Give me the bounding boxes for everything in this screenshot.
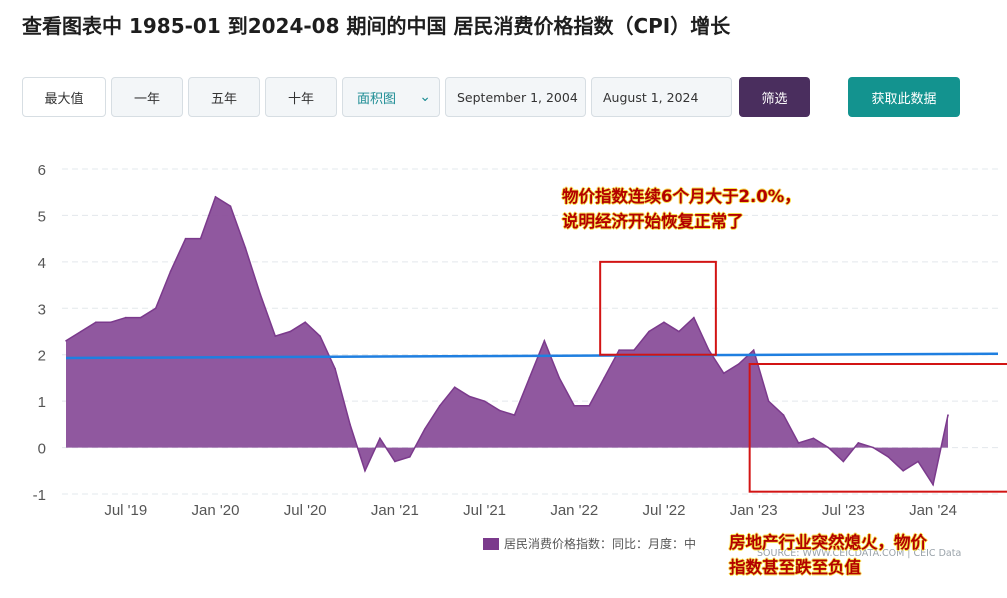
- y-tick-label: 3: [38, 301, 46, 318]
- data-point: [199, 237, 202, 240]
- x-tick-label: Jul '21: [463, 502, 506, 519]
- y-tick-label: 6: [38, 162, 46, 179]
- y-tick-label: -1: [33, 487, 46, 504]
- data-point: [379, 437, 381, 440]
- x-tick-label: Jul '20: [284, 502, 327, 519]
- data-point: [842, 460, 845, 463]
- x-axis: Jul '19 Jan '20 Jul '20 Jan '21 Jul '21 Jan '…: [104, 502, 957, 519]
- data-point: [767, 400, 770, 402]
- data-point: [95, 321, 97, 324]
- legend[interactable]: 居民消费价格指数：同比：月度：中: [483, 535, 696, 552]
- data-point: [124, 316, 127, 319]
- annotation-bottom: 房地产行业突然熄火，物价 指数甚至跌至负值: [729, 530, 927, 580]
- data-point: [154, 307, 157, 310]
- data-point: [80, 330, 82, 333]
- data-point: [887, 456, 890, 458]
- legend-label: 居民消费价格指数：同比：月度：中: [504, 537, 697, 551]
- data-point: [334, 367, 336, 370]
- data-point: [498, 409, 501, 412]
- data-point: [663, 321, 665, 324]
- data-point: [678, 330, 680, 333]
- data-point: [932, 483, 934, 486]
- cpi-area: [66, 196, 948, 485]
- data-point: [573, 404, 576, 407]
- data-point: [588, 404, 591, 407]
- data-point: [364, 469, 366, 472]
- annotation-top-line2: 说明经济开始恢复正常了: [562, 212, 744, 231]
- legend-swatch: [483, 537, 499, 550]
- data-point: [169, 270, 172, 272]
- data-point: [722, 372, 725, 375]
- y-axis: 6 5 4 3 2 1 0 -1: [33, 162, 46, 504]
- x-tick-label: Jan '23: [730, 502, 778, 519]
- data-point: [857, 442, 860, 444]
- data-point: [259, 293, 262, 296]
- data-point: [453, 386, 456, 389]
- data-point: [274, 335, 277, 337]
- y-tick-label: 1: [38, 394, 46, 411]
- y-tick-label: 4: [38, 255, 46, 272]
- data-point: [513, 414, 516, 416]
- data-point: [394, 460, 396, 463]
- data-point: [438, 404, 441, 407]
- data-point: [947, 414, 949, 416]
- data-point: [289, 330, 292, 333]
- x-tick-label: Jan '22: [550, 502, 598, 519]
- y-tick-label: 0: [38, 441, 46, 458]
- x-tick-label: Jul '19: [104, 502, 147, 519]
- annotation-bottom-line2: 指数甚至跌至负值: [729, 558, 861, 577]
- data-point: [409, 456, 411, 458]
- data-point: [304, 321, 306, 324]
- data-point: [349, 423, 351, 426]
- data-point: [184, 237, 187, 240]
- x-tick-label: Jan '21: [371, 502, 419, 519]
- data-point: [558, 377, 561, 379]
- data-point: [752, 349, 755, 351]
- data-point: [633, 349, 635, 351]
- data-point: [648, 330, 650, 333]
- data-point: [65, 339, 67, 342]
- annotation-bottom-line1: 房地产行业突然熄火，物价: [729, 533, 927, 552]
- cpi-area-chart: 6543210-1 Jul '19 Jan '20 Jul '20 Jan '21 Ju…: [33, 162, 1007, 519]
- data-point: [872, 446, 875, 449]
- data-point: [737, 363, 740, 365]
- y-tick-label: 2: [38, 348, 46, 365]
- data-point: [543, 339, 546, 342]
- data-point: [244, 247, 247, 249]
- data-point: [483, 400, 486, 402]
- cpi-series: [65, 195, 949, 487]
- data-point: [782, 414, 785, 416]
- data-point: [139, 316, 142, 319]
- data-point: [319, 335, 321, 337]
- data-point: [917, 460, 919, 463]
- data-point: [603, 377, 605, 379]
- annotation-top-line1: 物价指数连续6个月大于2.0%，: [562, 187, 801, 206]
- x-tick-label: Jul '23: [822, 502, 865, 519]
- data-point: [797, 442, 800, 444]
- y-tick-label: 5: [38, 208, 46, 225]
- data-point: [812, 437, 815, 440]
- data-point: [708, 349, 710, 351]
- x-tick-label: Jul '22: [643, 502, 686, 519]
- data-point: [423, 428, 426, 430]
- data-point: [229, 205, 232, 207]
- data-point: [214, 196, 217, 198]
- data-point: [468, 395, 471, 398]
- x-tick-label: Jan '20: [192, 502, 240, 519]
- data-point: [827, 446, 830, 449]
- data-point: [693, 316, 695, 319]
- annotation-top: 物价指数连续6个月大于2.0%， 说明经济开始恢复正常了: [562, 184, 801, 234]
- data-point: [528, 377, 531, 379]
- data-point: [902, 469, 904, 472]
- x-tick-label: Jan '24: [909, 502, 957, 519]
- data-point: [618, 349, 620, 351]
- data-point: [110, 321, 112, 324]
